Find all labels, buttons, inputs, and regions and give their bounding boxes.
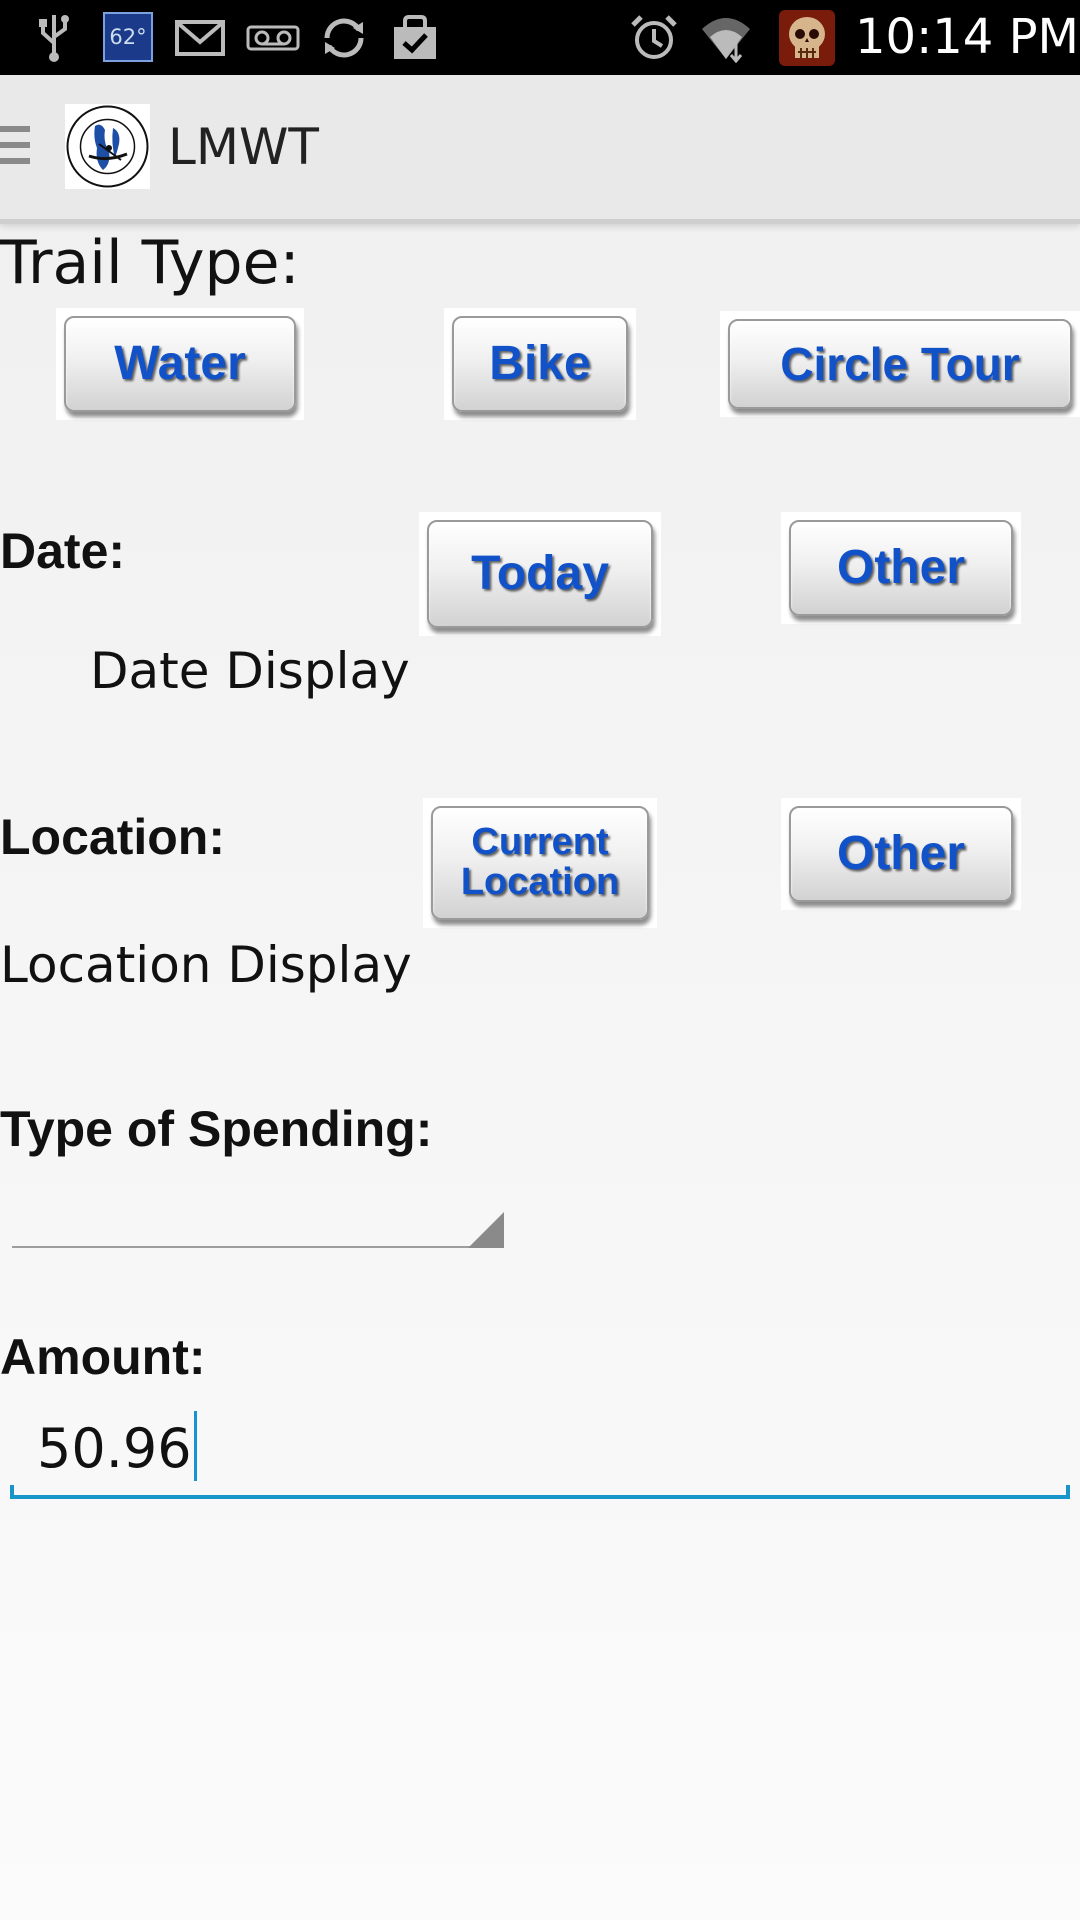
current-location-line1: Current (471, 821, 609, 864)
date-other-button[interactable]: Other (781, 512, 1021, 624)
weather-icon: 62° (103, 12, 153, 62)
bike-button-label: Bike (452, 316, 628, 412)
date-display: Date Display (90, 642, 410, 700)
amount-underline-left-tick (10, 1485, 14, 1499)
water-button-label: Water (64, 316, 296, 412)
current-location-button[interactable]: Current Location (423, 798, 657, 928)
amount-value: 50.96 (37, 1417, 192, 1480)
usb-icon (36, 0, 72, 75)
spinner-underline (12, 1246, 504, 1248)
water-button[interactable]: Water (56, 308, 304, 420)
app-title: LMWT (168, 118, 319, 176)
wifi-icon (698, 0, 754, 75)
app-logo[interactable] (65, 104, 150, 189)
gmail-icon (174, 0, 226, 75)
location-other-button-label: Other (789, 806, 1013, 902)
amount-value-wrap: 50.96 (37, 1411, 197, 1487)
location-label: Location: (0, 809, 225, 865)
skull-app-icon (778, 0, 836, 75)
bike-button[interactable]: Bike (444, 308, 636, 420)
status-bar: 62° 10:14 PM (0, 0, 1080, 75)
circle-tour-button-label: Circle Tour (728, 319, 1072, 409)
location-other-button[interactable]: Other (781, 798, 1021, 910)
drawer-menu-icon[interactable] (0, 126, 30, 170)
current-location-line2: Location (460, 861, 620, 903)
location-display: Location Display (0, 936, 412, 994)
text-cursor (193, 1411, 197, 1482)
amount-label: Amount: (0, 1329, 206, 1385)
alarm-icon (628, 0, 680, 75)
sync-icon (318, 0, 370, 75)
spinner-dropdown-icon (468, 1212, 504, 1248)
voicemail-icon (245, 0, 301, 75)
today-button-label: Today (427, 520, 653, 628)
spending-type-spinner[interactable] (12, 1208, 504, 1248)
amount-underline-right-tick (1066, 1485, 1070, 1499)
date-label: Date: (0, 523, 126, 579)
current-location-button-face: Current Location (431, 806, 649, 920)
amount-underline (10, 1495, 1070, 1499)
action-bar: LMWT (0, 75, 1080, 224)
clock-time: 10:14 PM (855, 9, 1079, 65)
trail-type-label: Trail Type: (0, 228, 300, 298)
shopping-bag-icon (390, 0, 440, 75)
amount-input[interactable]: 50.96 (10, 1395, 1070, 1499)
today-button[interactable]: Today (419, 512, 661, 636)
spending-label: Type of Spending: (0, 1101, 433, 1157)
date-other-button-label: Other (789, 520, 1013, 616)
circle-tour-button[interactable]: Circle Tour (720, 311, 1080, 417)
